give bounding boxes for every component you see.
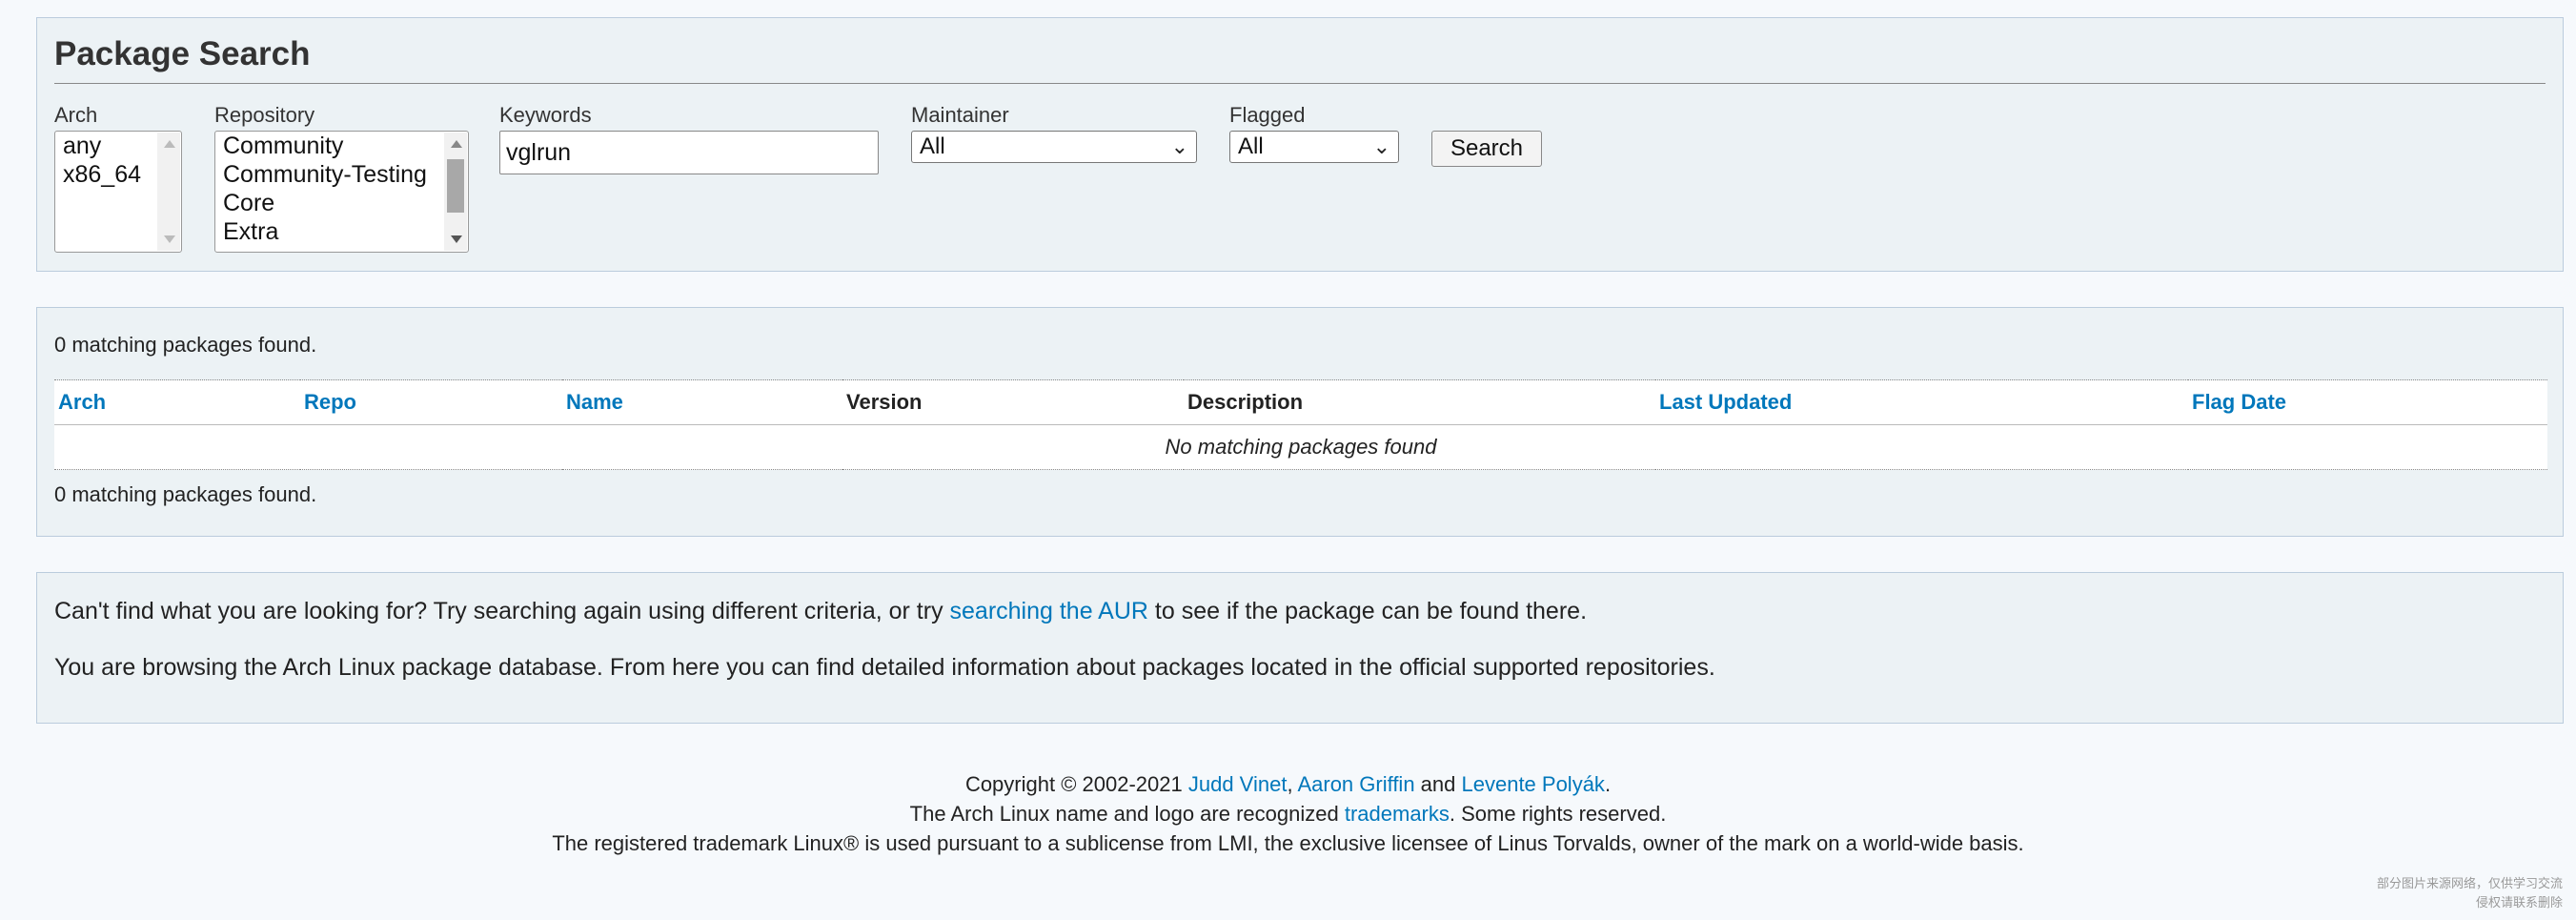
scroll-down-icon[interactable] [451,235,462,243]
column-header-last-updated[interactable]: Last Updated [1655,380,2188,425]
aur-hint: Can't find what you are looking for? Try… [54,598,1587,625]
repository-listbox[interactable]: Community Community-Testing Core Extra [214,131,469,253]
repo-option-community[interactable]: Community [223,132,460,160]
flagged-label: Flagged [1229,103,1306,127]
search-button[interactable]: Search [1431,131,1542,167]
aur-search-link[interactable]: searching the AUR [950,598,1148,624]
corner-note-line1: 部分图片来源网络，仅供学习交流 [2376,876,2563,890]
info-panel: Can't find what you are looking for? Try… [36,572,2564,724]
chevron-down-icon: ⌄ [1372,134,1390,158]
repository-label: Repository [214,103,315,127]
flagged-select[interactable]: All ⌄ [1229,131,1399,163]
keywords-input[interactable] [499,131,879,174]
title-divider [54,83,2546,84]
result-count-top: 0 matching packages found. [54,333,317,357]
column-header-flag-date[interactable]: Flag Date [2188,380,2547,425]
scroll-up-icon[interactable] [164,140,175,148]
empty-results-message: No matching packages found [54,424,2547,470]
results-table: Arch Repo Name Version Description Last … [54,379,2547,470]
trademark-text-end: . Some rights reserved. [1449,802,1667,826]
page-title: Package Search [54,35,311,72]
trademarks-link[interactable]: trademarks [1345,802,1450,826]
author-link-judd-vinet[interactable]: Judd Vinet [1188,772,1288,796]
results-panel: 0 matching packages found. Arch Repo Nam… [36,307,2564,537]
column-header-arch[interactable]: Arch [54,380,300,425]
column-header-name[interactable]: Name [562,380,842,425]
aur-hint-text: Can't find what you are looking for? Try… [54,598,950,624]
repo-option-extra[interactable]: Extra [223,217,460,246]
footer-trademark: The Arch Linux name and logo are recogni… [0,802,2576,827]
scroll-down-icon[interactable] [164,235,175,243]
author-link-levente-polyak[interactable]: Levente Polyák [1462,772,1605,796]
keywords-label: Keywords [499,103,592,127]
package-search-panel: Package Search Arch any x86_64 Repositor… [36,17,2564,272]
maintainer-selected-value: All [920,133,945,159]
separator: and [1414,772,1462,796]
repository-scrollbar[interactable] [444,133,467,251]
repo-option-core[interactable]: Core [223,189,460,217]
scrollbar-thumb[interactable] [447,159,464,213]
arch-label: Arch [54,103,98,127]
corner-note-line2: 侵权请联系删除 [2475,895,2563,910]
flagged-selected-value: All [1238,133,1264,159]
copyright-text: Copyright © 2002-2021 [964,772,1188,796]
column-header-description: Description [1187,390,1304,414]
footer-copyright: Copyright © 2002-2021 Judd Vinet, Aaron … [0,772,2576,797]
separator: , [1287,772,1298,796]
database-description: You are browsing the Arch Linux package … [54,654,1715,681]
result-count-bottom: 0 matching packages found. [54,482,317,506]
column-header-repo[interactable]: Repo [300,380,562,425]
table-row: No matching packages found [54,424,2547,470]
chevron-down-icon: ⌄ [1170,134,1188,158]
scroll-up-icon[interactable] [451,140,462,148]
period: . [1604,772,1612,796]
column-header-version: Version [846,390,923,414]
arch-scrollbar[interactable] [157,133,180,251]
footer-linux-notice: The registered trademark Linux® is used … [552,831,2024,855]
arch-listbox[interactable]: any x86_64 [54,131,182,253]
aur-hint-text-end: to see if the package can be found there… [1147,598,1588,624]
maintainer-select[interactable]: All ⌄ [911,131,1197,163]
repo-option-community-testing[interactable]: Community-Testing [223,160,460,189]
maintainer-label: Maintainer [911,103,1009,127]
author-link-aaron-griffin[interactable]: Aaron Griffin [1297,772,1414,796]
trademark-text: The Arch Linux name and logo are recogni… [909,802,1345,826]
results-header-row: Arch Repo Name Version Description Last … [54,379,2547,425]
